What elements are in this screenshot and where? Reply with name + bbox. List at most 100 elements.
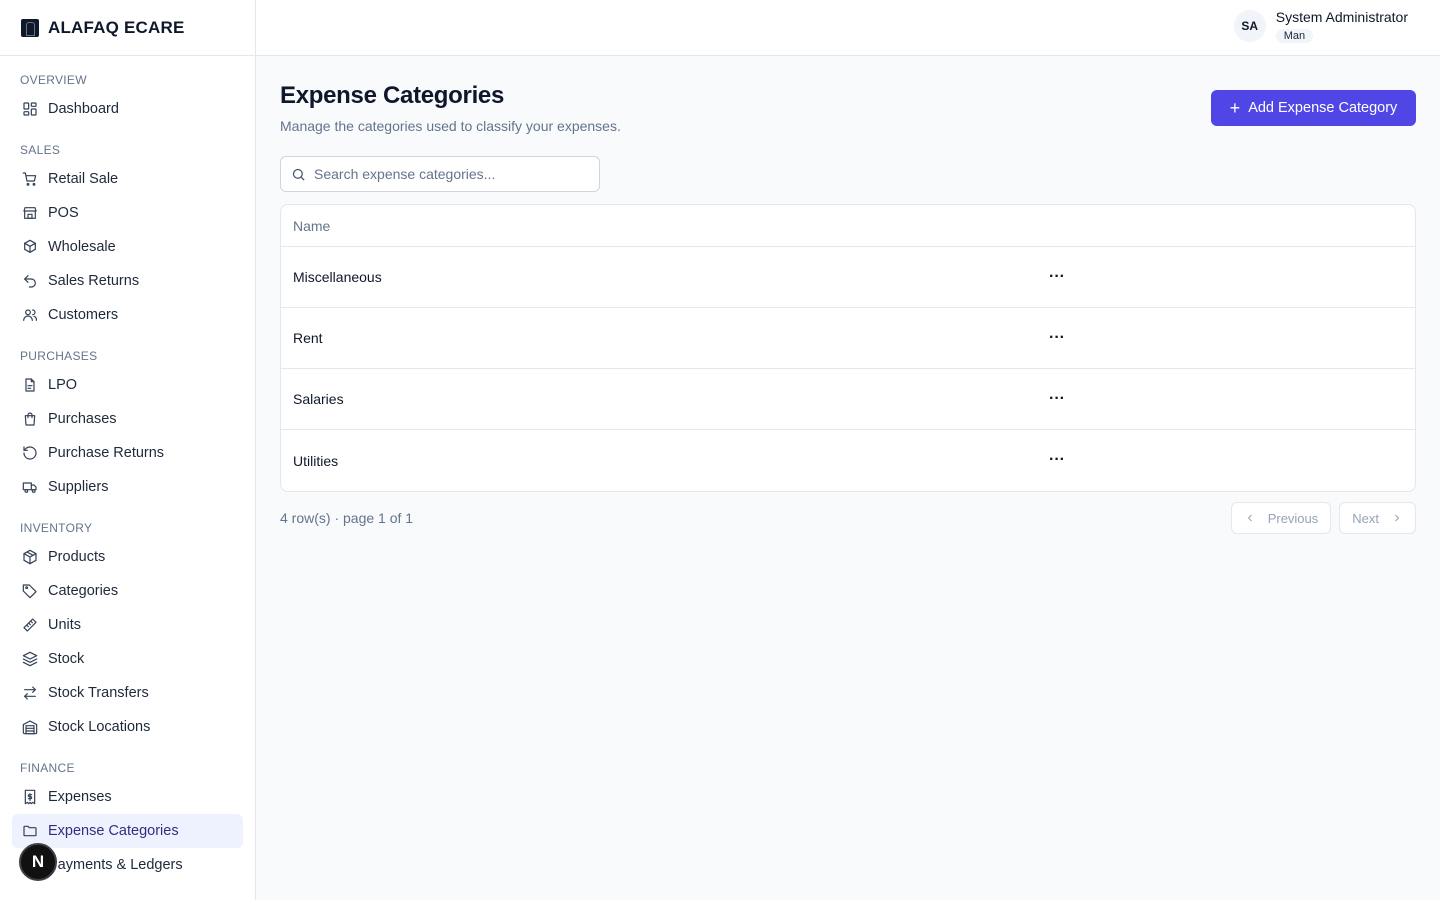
page-title: Expense Categories xyxy=(280,82,505,109)
sidebar-item-purchases[interactable]: Purchases xyxy=(12,402,243,436)
document-icon xyxy=(22,377,38,393)
category-name-cell: Salaries xyxy=(293,391,344,407)
table-row[interactable]: Rent ··· xyxy=(281,308,1415,369)
sidebar-item-label: Dashboard xyxy=(48,101,119,117)
sidebar-item-stock-locations[interactable]: Stock Locations xyxy=(12,710,243,744)
category-name-cell: Miscellaneous xyxy=(293,269,382,285)
sidebar-item-dashboard[interactable]: Dashboard xyxy=(12,92,243,126)
sidebar-item-pos[interactable]: POS xyxy=(12,196,243,230)
column-header-name[interactable]: Name xyxy=(293,218,330,234)
sidebar-item-label: Purchase Returns xyxy=(48,445,165,461)
add-expense-category-button[interactable]: + Add Expense Category xyxy=(1211,90,1416,126)
search-box xyxy=(280,156,600,192)
sidebar-item-expenses[interactable]: Expenses xyxy=(12,780,243,814)
sidebar: ALAFAQ ECARE OVERVIEW Dashboard SALES Retai… xyxy=(0,0,256,900)
nav-section-title: FINANCE xyxy=(20,761,75,775)
table-row[interactable]: Utilities ··· xyxy=(281,430,1415,491)
sidebar-item-wholesale[interactable]: Wholesale xyxy=(12,230,243,264)
sidebar-item-products[interactable]: Products xyxy=(12,540,243,574)
sidebar-item-stock-transfers[interactable]: Stock Transfers xyxy=(12,676,243,710)
nav-section-purchases: PURCHASES LPO Purchases Purchase Returns Sup… xyxy=(0,348,255,504)
row-actions-menu-icon[interactable]: ··· xyxy=(1045,265,1069,289)
nav-section-overview: OVERVIEW Dashboard xyxy=(0,72,255,126)
undo-icon xyxy=(22,273,38,289)
sidebar-item-retail-sale[interactable]: Retail Sale xyxy=(12,162,243,196)
dashboard-icon xyxy=(22,101,38,117)
table-body: Miscellaneous ··· Rent ··· Salaries ··· Utilit… xyxy=(281,247,1415,491)
sidebar-item-label: Products xyxy=(48,549,106,565)
sidebar-item-label: Stock xyxy=(48,651,85,667)
receipt-icon xyxy=(22,789,38,805)
dev-tools-badge[interactable]: N xyxy=(19,843,57,881)
category-name-cell: Utilities xyxy=(293,452,339,469)
next-label: Next xyxy=(1352,510,1379,526)
user-name: System Administrator xyxy=(1275,9,1408,25)
sidebar-item-lpo[interactable]: LPO xyxy=(12,368,243,402)
previous-label: Previous xyxy=(1267,510,1319,526)
sidebar-item-sales-returns[interactable]: Sales Returns xyxy=(12,264,243,298)
tag-icon xyxy=(22,583,38,599)
sidebar-item-label: Retail Sale xyxy=(48,171,119,187)
truck-icon xyxy=(22,479,38,495)
sidebar-nav: OVERVIEW Dashboard SALES Retail Sale POS Whol… xyxy=(0,56,255,882)
pagination: Previous Next xyxy=(1223,502,1416,534)
brand[interactable]: ALAFAQ ECARE xyxy=(0,0,255,56)
nav-section-inventory: INVENTORY Products Categories Units Stock Sto… xyxy=(0,520,255,744)
sidebar-item-expense-categories[interactable]: Expense Categories xyxy=(12,814,243,848)
previous-page-button[interactable]: Previous xyxy=(1230,502,1332,534)
folder-icon xyxy=(22,823,38,839)
row-actions-menu-icon[interactable]: ··· xyxy=(1045,448,1069,472)
sidebar-item-purchase-returns[interactable]: Purchase Returns xyxy=(12,436,243,470)
shopping-bag-icon xyxy=(22,411,38,427)
search-input[interactable] xyxy=(314,166,584,182)
sidebar-item-customers[interactable]: Customers xyxy=(12,298,243,332)
user-info: System Administrator Man xyxy=(1275,8,1408,44)
sidebar-item-label: Customers xyxy=(48,307,119,323)
sidebar-item-label: Sales Returns xyxy=(48,273,140,289)
nav-section-sales: SALES Retail Sale POS Wholesale Sales Return… xyxy=(0,142,255,332)
sidebar-item-label: Suppliers xyxy=(48,479,109,495)
nav-section-title: INVENTORY xyxy=(20,521,93,535)
ruler-icon xyxy=(22,617,38,633)
sidebar-item-label: Wholesale xyxy=(48,239,116,255)
avatar[interactable]: SA xyxy=(1233,10,1266,42)
sidebar-item-stock[interactable]: Stock xyxy=(12,642,243,676)
add-button-label: Add Expense Category xyxy=(1248,100,1398,116)
user-menu[interactable]: SA System Administrator Man xyxy=(1233,8,1408,44)
sidebar-item-suppliers[interactable]: Suppliers xyxy=(12,470,243,504)
sidebar-item-units[interactable]: Units xyxy=(12,608,243,642)
rotate-ccw-icon xyxy=(22,445,38,461)
boxes-icon xyxy=(22,239,38,255)
sidebar-item-label: Expenses xyxy=(48,789,112,805)
pagination-info: 4 row(s) · page 1 of 1 xyxy=(280,510,414,526)
sidebar-item-label: Expense Categories xyxy=(48,823,179,839)
sidebar-item-label: Units xyxy=(48,617,82,633)
category-name-cell: Rent xyxy=(293,330,323,346)
cart-icon xyxy=(22,171,38,187)
nav-section-title: OVERVIEW xyxy=(20,73,87,87)
table-row[interactable]: Salaries ··· xyxy=(281,369,1415,430)
next-page-button[interactable]: Next xyxy=(1339,502,1416,534)
table-row[interactable]: Miscellaneous ··· xyxy=(281,247,1415,308)
page-subtitle: Manage the categories used to classify y… xyxy=(280,118,621,134)
store-icon xyxy=(22,205,38,221)
plus-icon: + xyxy=(1229,98,1241,118)
search-icon xyxy=(292,168,305,181)
nav-section-title: PURCHASES xyxy=(20,349,98,363)
sidebar-item-label: Categories xyxy=(48,583,119,599)
sidebar-item-label: Stock Locations xyxy=(48,719,151,735)
chevron-right-icon xyxy=(1395,514,1400,522)
table-header: Name xyxy=(281,205,1415,247)
row-actions-menu-icon[interactable]: ··· xyxy=(1045,387,1069,411)
sidebar-item-label: LPO xyxy=(48,377,78,393)
row-actions-menu-icon[interactable]: ··· xyxy=(1045,326,1069,350)
sidebar-item-label: Payments & Ledgers xyxy=(48,857,183,873)
user-role-badge: Man xyxy=(1275,29,1314,43)
package-icon xyxy=(22,549,38,565)
top-header: SA System Administrator Man xyxy=(256,0,1440,56)
nav-section-title: SALES xyxy=(20,143,61,157)
users-icon xyxy=(22,307,38,323)
sidebar-item-categories[interactable]: Categories xyxy=(12,574,243,608)
layers-icon xyxy=(22,651,38,667)
sidebar-item-label: POS xyxy=(48,205,79,221)
